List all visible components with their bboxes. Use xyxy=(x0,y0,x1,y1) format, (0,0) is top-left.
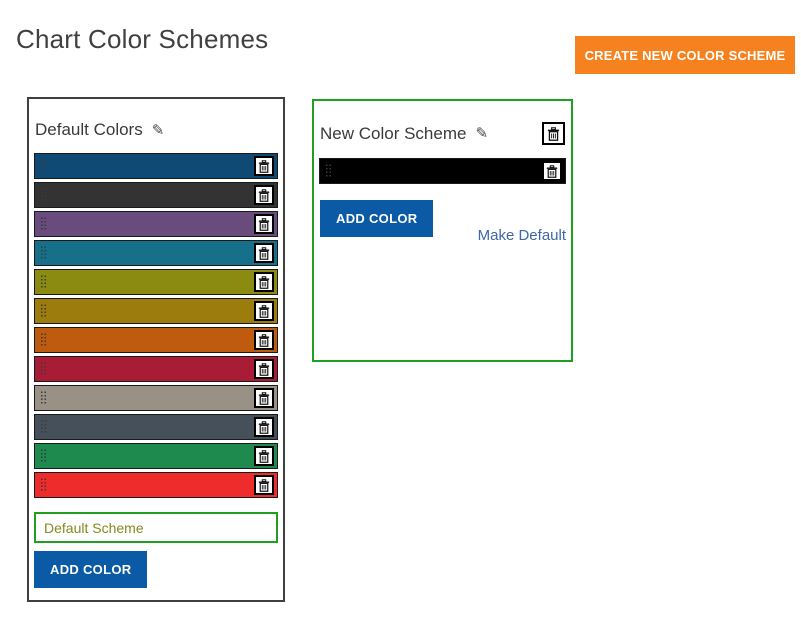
drag-handle-icon[interactable] xyxy=(40,478,48,493)
drag-handle-icon[interactable] xyxy=(40,333,48,348)
trash-icon xyxy=(258,334,270,347)
delete-scheme-button[interactable] xyxy=(542,122,565,145)
trash-icon xyxy=(258,247,270,260)
color-swatch-row[interactable] xyxy=(34,269,278,295)
default-scheme-title: Default Colors xyxy=(35,120,143,140)
new-scheme-actions: ADD COLOR Make Default xyxy=(318,200,567,237)
drag-handle-icon[interactable] xyxy=(40,246,48,261)
drag-handle-icon[interactable] xyxy=(40,159,48,174)
trash-icon xyxy=(258,392,270,405)
edit-pencil-icon[interactable]: ✎ xyxy=(475,126,488,141)
delete-color-button[interactable] xyxy=(254,446,274,466)
drag-handle-icon[interactable] xyxy=(40,362,48,377)
color-swatch-row[interactable] xyxy=(34,472,278,498)
color-swatch-row[interactable] xyxy=(34,298,278,324)
trash-icon xyxy=(547,127,560,141)
color-swatch-row[interactable] xyxy=(34,182,278,208)
drag-handle-icon[interactable] xyxy=(40,391,48,406)
trash-icon xyxy=(258,305,270,318)
delete-color-button[interactable] xyxy=(542,161,562,181)
add-color-button[interactable]: ADD COLOR xyxy=(34,551,147,588)
color-swatch-row[interactable] xyxy=(319,158,566,184)
color-swatch-row[interactable] xyxy=(34,211,278,237)
color-swatch-row[interactable] xyxy=(34,356,278,382)
trash-icon xyxy=(546,165,558,178)
scheme-name-input[interactable] xyxy=(34,512,278,543)
color-swatch-row[interactable] xyxy=(34,327,278,353)
new-scheme-card: New Color Scheme ✎ xyxy=(312,99,573,362)
delete-color-button[interactable] xyxy=(254,243,274,263)
delete-color-button[interactable] xyxy=(254,214,274,234)
new-swatch-list xyxy=(318,158,567,184)
trash-icon xyxy=(258,450,270,463)
drag-handle-icon[interactable] xyxy=(325,164,333,179)
trash-icon xyxy=(258,363,270,376)
delete-color-button[interactable] xyxy=(254,330,274,350)
drag-handle-icon[interactable] xyxy=(40,275,48,290)
drag-handle-icon[interactable] xyxy=(40,217,48,232)
default-swatch-list xyxy=(33,153,279,498)
drag-handle-icon[interactable] xyxy=(40,449,48,464)
trash-icon xyxy=(258,218,270,231)
color-swatch-row[interactable] xyxy=(34,443,278,469)
drag-handle-icon[interactable] xyxy=(40,304,48,319)
delete-color-button[interactable] xyxy=(254,359,274,379)
add-color-button[interactable]: ADD COLOR xyxy=(320,200,433,237)
trash-icon xyxy=(258,189,270,202)
delete-color-button[interactable] xyxy=(254,417,274,437)
color-swatch-row[interactable] xyxy=(34,385,278,411)
create-new-color-scheme-button[interactable]: CREATE NEW COLOR SCHEME xyxy=(575,36,795,74)
drag-handle-icon[interactable] xyxy=(40,188,48,203)
delete-color-button[interactable] xyxy=(254,185,274,205)
new-scheme-title: New Color Scheme xyxy=(320,124,466,144)
trash-icon xyxy=(258,276,270,289)
edit-pencil-icon[interactable]: ✎ xyxy=(152,123,165,138)
drag-handle-icon[interactable] xyxy=(40,420,48,435)
make-default-link[interactable]: Make Default xyxy=(478,227,566,244)
trash-icon xyxy=(258,421,270,434)
delete-color-button[interactable] xyxy=(254,388,274,408)
delete-color-button[interactable] xyxy=(254,475,274,495)
trash-icon xyxy=(258,160,270,173)
page-title: Chart Color Schemes xyxy=(16,24,268,55)
new-scheme-heading: New Color Scheme ✎ xyxy=(318,101,567,158)
delete-color-button[interactable] xyxy=(254,156,274,176)
color-swatch-row[interactable] xyxy=(34,153,278,179)
color-swatch-row[interactable] xyxy=(34,414,278,440)
trash-icon xyxy=(258,479,270,492)
default-scheme-heading: Default Colors ✎ xyxy=(33,99,279,153)
default-scheme-card: Default Colors ✎ xyxy=(27,97,285,602)
delete-color-button[interactable] xyxy=(254,301,274,321)
delete-color-button[interactable] xyxy=(254,272,274,292)
color-swatch-row[interactable] xyxy=(34,240,278,266)
